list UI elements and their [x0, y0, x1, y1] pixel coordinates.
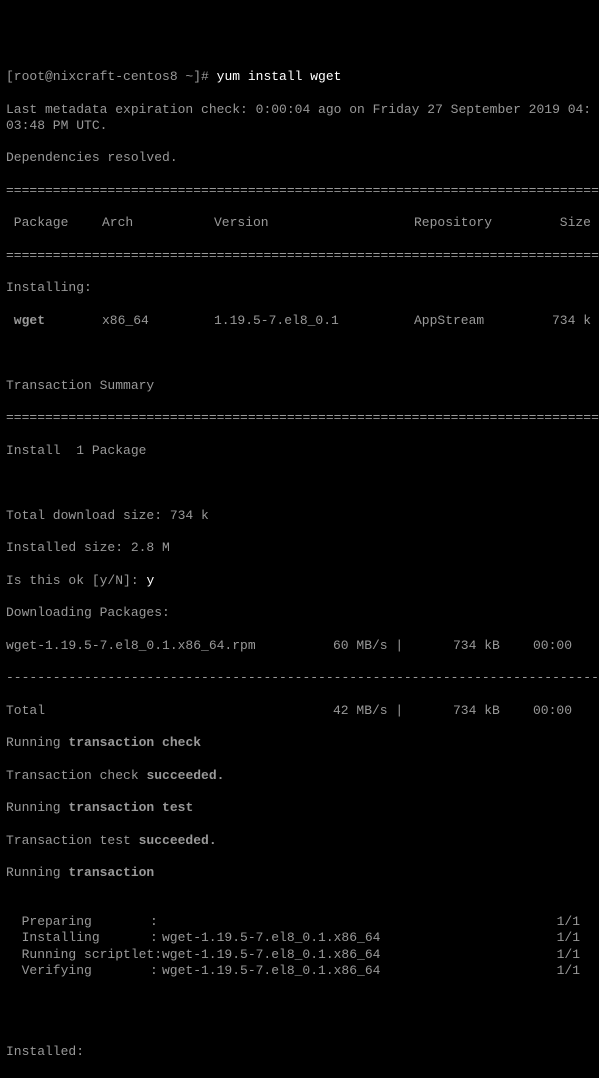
table-row: wget x86_64 1.19.5-7.el8_0.1 AppStream 7…	[6, 313, 593, 329]
progress-row: Installing: wget-1.19.5-7.el8_0.1.x86_64…	[6, 930, 593, 946]
progress-count: 1/1	[542, 914, 580, 930]
progress-count: 1/1	[542, 947, 580, 963]
progress-pkg: wget-1.19.5-7.el8_0.1.x86_64	[162, 930, 542, 946]
dl-size: 734 kB	[453, 638, 533, 654]
total-time: 00:00	[533, 703, 593, 719]
divider-dash: ----------------------------------------…	[6, 670, 593, 686]
pkg-arch: x86_64	[102, 313, 214, 329]
installed-size-line: Installed size: 2.8 M	[6, 540, 593, 556]
typed-command: yum install wget	[217, 69, 342, 84]
divider-double: ========================================…	[6, 248, 593, 264]
col-package: Package	[6, 215, 102, 231]
pkg-name: wget	[6, 313, 102, 329]
blank-line	[6, 475, 593, 491]
divider-double: ========================================…	[6, 183, 593, 199]
txn-check-ok: Transaction check succeeded.	[6, 768, 593, 784]
blank-line	[6, 1012, 593, 1028]
progress-colon: :	[150, 930, 162, 946]
txn-test-ok: Transaction test succeeded.	[6, 833, 593, 849]
download-row: wget-1.19.5-7.el8_0.1.x86_64.rpm 60 MB/s…	[6, 638, 593, 654]
total-size: 734 kB	[453, 703, 533, 719]
progress-pkg: wget-1.19.5-7.el8_0.1.x86_64	[162, 947, 542, 963]
progress-count: 1/1	[542, 963, 580, 979]
download-total-row: Total 42 MB/s | 734 kB 00:00	[6, 703, 593, 719]
col-arch: Arch	[102, 215, 214, 231]
table-header: Package Arch Version Repository Size	[6, 215, 593, 231]
blank-line	[6, 345, 593, 361]
progress-colon: :	[150, 963, 162, 979]
total-label: Total	[6, 703, 333, 719]
progress-count: 1/1	[542, 930, 580, 946]
metadata-check-line: Last metadata expiration check: 0:00:04 …	[6, 102, 593, 135]
pkg-version: 1.19.5-7.el8_0.1	[214, 313, 414, 329]
shell-prompt-line[interactable]: [root@nixcraft-centos8 ~]# yum install w…	[6, 69, 593, 85]
confirm-answer: y	[146, 573, 154, 588]
progress-row: Verifying: wget-1.19.5-7.el8_0.1.x86_641…	[6, 963, 593, 979]
installing-label: Installing:	[6, 280, 593, 296]
running-txn-test: Running transaction test	[6, 800, 593, 816]
col-repository: Repository	[414, 215, 542, 231]
pkg-repo: AppStream	[414, 313, 542, 329]
progress-colon: :	[150, 914, 162, 930]
col-version: Version	[214, 215, 414, 231]
dl-filename: wget-1.19.5-7.el8_0.1.x86_64.rpm	[6, 638, 333, 654]
dl-time: 00:00	[533, 638, 593, 654]
pkg-size: 734 k	[542, 313, 593, 329]
shell-prompt-prefix: [root@nixcraft-centos8 ~]#	[6, 69, 217, 84]
deps-resolved-line: Dependencies resolved.	[6, 150, 593, 166]
total-speed: 42 MB/s |	[333, 703, 453, 719]
install-count-line: Install 1 Package	[6, 443, 593, 459]
progress-row: Running scriptlet: wget-1.19.5-7.el8_0.1…	[6, 947, 593, 963]
confirm-prompt-line[interactable]: Is this ok [y/N]: y	[6, 573, 593, 589]
running-txn-check: Running transaction check	[6, 735, 593, 751]
progress-label: Preparing	[6, 914, 150, 930]
download-total-line: Total download size: 734 k	[6, 508, 593, 524]
progress-pkg: wget-1.19.5-7.el8_0.1.x86_64	[162, 963, 542, 979]
progress-label: Verifying	[6, 963, 150, 979]
installed-pkg: wget-1.19.5-7.el8_0.1.x86_64	[6, 1077, 593, 1078]
progress-label: Installing	[6, 930, 150, 946]
txn-summary-label: Transaction Summary	[6, 378, 593, 394]
divider-double: ========================================…	[6, 410, 593, 426]
downloading-packages-label: Downloading Packages:	[6, 605, 593, 621]
col-size: Size	[542, 215, 593, 231]
dl-speed: 60 MB/s |	[333, 638, 453, 654]
installed-header: Installed:	[6, 1044, 593, 1060]
progress-label: Running scriptlet:	[6, 947, 150, 963]
confirm-prompt: Is this ok [y/N]:	[6, 573, 146, 588]
running-txn: Running transaction	[6, 865, 593, 881]
progress-row: Preparing: 1/1	[6, 914, 593, 930]
